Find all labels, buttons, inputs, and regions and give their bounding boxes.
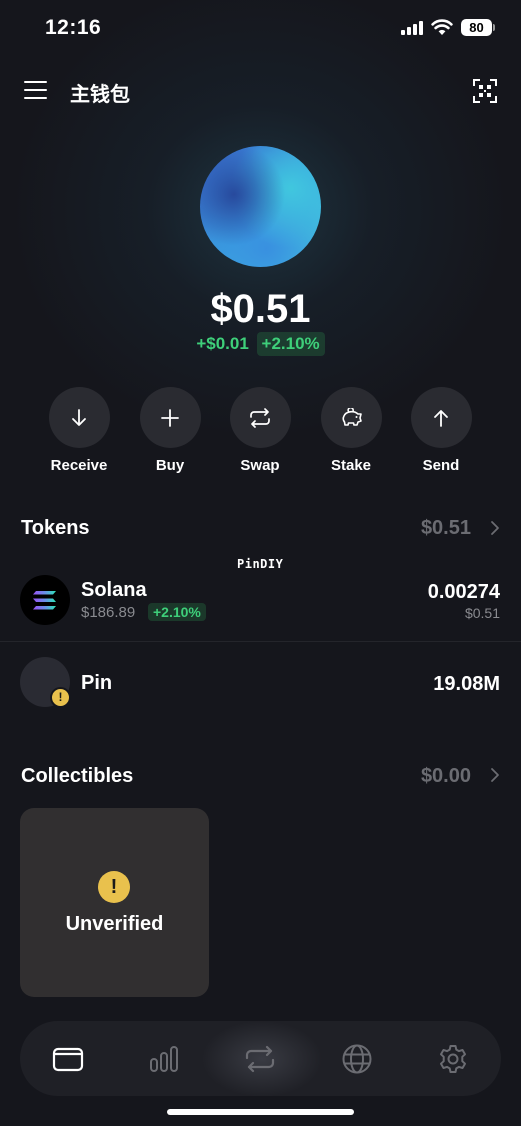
status-time: 12:16	[45, 16, 102, 39]
token-change: +2.10%	[148, 603, 206, 621]
swap-icon	[250, 407, 270, 428]
nav-markets[interactable]	[134, 1021, 194, 1096]
tokens-title[interactable]: Tokens	[21, 517, 90, 540]
receive-label: Receive	[50, 457, 108, 474]
total-balance: $0.51	[210, 287, 311, 331]
token-price: $186.89	[81, 604, 136, 621]
collectible-label: Unverified	[65, 913, 164, 935]
stake-circle[interactable]	[320, 387, 382, 448]
plus-icon	[161, 408, 179, 427]
swap-button[interactable]: Swap	[215, 387, 305, 474]
wallet-title[interactable]: 主钱包	[70, 78, 130, 107]
status-bar: 12:16 80	[0, 0, 521, 56]
token-name: Pin	[81, 672, 113, 694]
wallet-avatar[interactable]	[200, 146, 321, 267]
globe-icon	[342, 1044, 372, 1073]
collectibles-chevron-right-icon[interactable]	[489, 767, 501, 783]
collectibles-title[interactable]: Collectibles	[21, 765, 133, 788]
buy-button[interactable]: Buy	[125, 387, 215, 474]
piggy-bank-icon	[342, 407, 362, 426]
battery-indicator: 80	[461, 19, 492, 36]
balance-change: +$0.01 +2.10%	[0, 332, 521, 356]
bottom-nav	[20, 1021, 501, 1096]
nav-settings[interactable]	[423, 1021, 483, 1096]
action-bar: Receive Buy Swap Stake Send	[0, 387, 521, 477]
balance-change-percent: +2.10%	[256, 332, 325, 356]
send-circle[interactable]	[410, 387, 472, 448]
receive-circle[interactable]	[48, 387, 110, 448]
solana-logo-icon	[20, 575, 70, 625]
collectibles-total[interactable]: $0.00	[421, 765, 471, 788]
token-value: $0.51	[464, 605, 500, 621]
qr-scan-icon[interactable]	[473, 79, 497, 103]
buy-label: Buy	[155, 457, 185, 474]
swap-circle[interactable]	[229, 387, 291, 448]
send-button[interactable]: Send	[396, 387, 486, 474]
divider	[0, 641, 521, 642]
send-label: Send	[422, 457, 460, 474]
token-name: Solana	[81, 579, 147, 601]
token-row-pin[interactable]: ! Pin 19.08M	[0, 657, 521, 709]
buy-circle[interactable]	[139, 387, 201, 448]
hamburger-menu-icon[interactable]	[24, 80, 47, 100]
stake-button[interactable]: Stake	[306, 387, 396, 474]
collectible-card-unverified[interactable]: ! Unverified	[20, 808, 209, 997]
settings-gear-icon	[440, 1044, 466, 1073]
battery-nub	[493, 24, 495, 31]
home-indicator	[167, 1109, 354, 1115]
nav-explore[interactable]	[327, 1021, 387, 1096]
swap-label: Swap	[240, 457, 280, 474]
token-amount: 0.00274	[427, 581, 500, 603]
token-row-solana[interactable]: Solana $186.89 +2.10% 0.00274 $0.51	[0, 575, 521, 641]
wifi-icon	[431, 19, 453, 35]
wallet-icon	[52, 1047, 84, 1071]
bar-chart-icon	[150, 1045, 178, 1072]
arrow-down-icon	[72, 408, 86, 426]
arrow-up-icon	[434, 409, 448, 427]
nav-wallet[interactable]	[38, 1021, 98, 1096]
cellular-signal-icon	[401, 21, 425, 35]
tokens-chevron-right-icon[interactable]	[489, 520, 501, 536]
warning-icon: !	[98, 871, 130, 903]
nav-swap[interactable]	[230, 1021, 290, 1096]
token-amount: 19.08M	[433, 673, 500, 695]
warning-icon: !	[50, 687, 71, 708]
watermark: PinDIY	[237, 557, 284, 571]
tokens-total[interactable]: $0.51	[421, 517, 471, 540]
receive-button[interactable]: Receive	[34, 387, 124, 474]
balance-change-amount: +$0.01	[196, 334, 249, 353]
swap-icon	[245, 1045, 275, 1072]
stake-label: Stake	[330, 457, 372, 474]
